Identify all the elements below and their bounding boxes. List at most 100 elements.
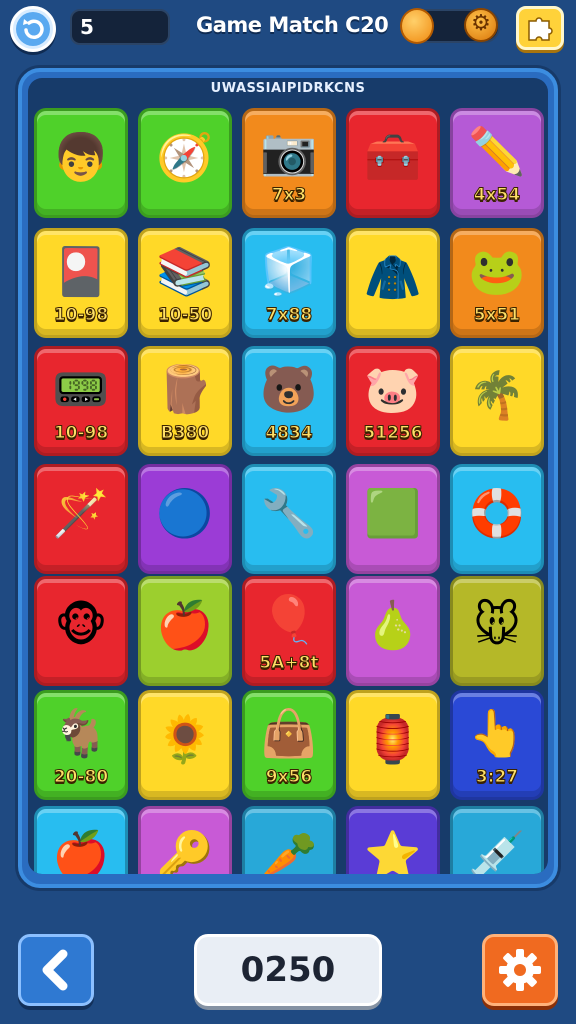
tile-label: 4834 xyxy=(265,423,313,444)
tile-icon: 🪵 xyxy=(156,361,214,416)
tile-label: 51256 xyxy=(363,423,423,444)
tile-label: 5A+8t xyxy=(259,653,319,674)
tile[interactable]: 📷 7x3 xyxy=(242,108,336,218)
tile[interactable]: 👆 3:27 xyxy=(450,690,544,800)
tile[interactable]: 📚 10-50 xyxy=(138,228,232,338)
score-value: 0250 xyxy=(240,950,336,990)
tile[interactable]: 🔵 xyxy=(138,464,232,574)
tile[interactable]: 🐸 5x51 xyxy=(450,228,544,338)
tile[interactable]: 🐷 51256 xyxy=(346,346,440,456)
tile[interactable]: 🧊 7x88 xyxy=(242,228,336,338)
gear-icon xyxy=(499,949,541,991)
tile-icon: 🐸 xyxy=(468,243,526,298)
moves-counter: 5 xyxy=(70,9,170,45)
tile[interactable]: ✏️ 4x54 xyxy=(450,108,544,218)
tile-icon: 🐻 xyxy=(260,361,318,416)
tile-icon: 🔵 xyxy=(156,485,214,540)
tile-icon: 🌴 xyxy=(468,367,526,422)
tile[interactable]: 🧰 xyxy=(346,108,440,218)
tile-icon: 👆 xyxy=(468,705,526,760)
tile-icon: 🍐 xyxy=(364,597,422,652)
tile[interactable]: 🐐 20-80 xyxy=(34,690,128,800)
refresh-button[interactable] xyxy=(10,6,56,52)
game-title: Game Match C20 xyxy=(196,13,389,37)
tile-label: 9x56 xyxy=(265,767,313,788)
back-button[interactable] xyxy=(18,934,94,1006)
tile-icon: 💉 xyxy=(468,827,526,874)
tile-icon: 🏮 xyxy=(364,711,422,766)
tile[interactable]: 🟩 xyxy=(346,464,440,574)
tile-icon: 🍎 xyxy=(156,597,214,652)
tile[interactable]: 💉 xyxy=(450,806,544,874)
tile[interactable]: ⭐ xyxy=(346,806,440,874)
tile[interactable]: 🛟 xyxy=(450,464,544,574)
tile[interactable]: 🎴 10-98 xyxy=(34,228,128,338)
tile-icon: 🎈 xyxy=(260,591,318,646)
score-display: 0250 xyxy=(194,934,382,1006)
tile-icon: 🧰 xyxy=(364,129,422,184)
tile-label: 10-98 xyxy=(53,423,109,444)
tile[interactable]: 📟 10-98 xyxy=(34,346,128,456)
tile-label: 4x54 xyxy=(473,185,521,206)
tile-icon: 🧊 xyxy=(260,243,318,298)
settings-button[interactable] xyxy=(482,934,558,1006)
tile-icon: 🛟 xyxy=(468,485,526,540)
tile[interactable]: 🐵 xyxy=(34,576,128,686)
tile-label: 3:27 xyxy=(475,767,519,788)
tile-icon: 🎴 xyxy=(52,243,110,298)
tile-icon: 🪄 xyxy=(52,485,110,540)
tile-icon: ⭐ xyxy=(364,827,422,874)
tile[interactable]: 👜 9x56 xyxy=(242,690,336,800)
tile-icon: 🐭 xyxy=(473,597,521,652)
tile-icon: 🥕 xyxy=(260,827,318,874)
tile-icon: 🌻 xyxy=(156,711,214,766)
tile[interactable]: 🔑 xyxy=(138,806,232,874)
board-header: UWASSIAIPIDRKCNS xyxy=(210,81,366,96)
tile[interactable]: 🍎 xyxy=(138,576,232,686)
tile[interactable]: 🐭 xyxy=(450,576,544,686)
tile-label: 20-80 xyxy=(53,767,109,788)
tile[interactable]: 🧭 xyxy=(138,108,232,218)
tile[interactable]: 🥕 xyxy=(242,806,336,874)
tile[interactable]: 🔧 xyxy=(242,464,336,574)
tile[interactable]: 🍎 xyxy=(34,806,128,874)
tile-icon: 🟩 xyxy=(364,485,422,540)
top-bar: 5 Game Match C20 ⚙ xyxy=(0,0,576,60)
tile-icon: 📷 xyxy=(260,123,318,178)
tile-icon: ✏️ xyxy=(468,123,526,178)
tile-icon: 🔑 xyxy=(156,827,214,874)
tile-icon: 👜 xyxy=(260,705,318,760)
tile[interactable]: 🐻 4834 xyxy=(242,346,336,456)
puzzle-icon xyxy=(528,17,553,41)
tile[interactable]: 🌴 xyxy=(450,346,544,456)
tile[interactable]: 🧥 xyxy=(346,228,440,338)
tile-label: 7x3 xyxy=(271,185,307,206)
tile[interactable]: 🪵 B380 xyxy=(138,346,232,456)
puzzle-button[interactable] xyxy=(516,6,564,50)
tile[interactable]: 🍐 xyxy=(346,576,440,686)
tile[interactable]: 🌻 xyxy=(138,690,232,800)
tile[interactable]: 🎈 5A+8t xyxy=(242,576,336,686)
tile-icon: 🐵 xyxy=(54,597,108,652)
moves-counter-value: 5 xyxy=(80,15,94,39)
tile-label: 7x88 xyxy=(265,305,313,326)
tile-icon: 🐐 xyxy=(52,705,110,760)
tile[interactable]: 🏮 xyxy=(346,690,440,800)
tile-label: 10-50 xyxy=(157,305,213,326)
chevron-left-icon xyxy=(42,949,68,991)
board: UWASSIAIPIDRKCNS 👦 🧭 📷 7x3 🧰 ✏️ 4x54 🎴 10-98 📚 10-… xyxy=(28,78,548,874)
tile-icon: 📚 xyxy=(156,243,214,298)
tile-icon: 👦 xyxy=(52,129,110,184)
tile-label: B380 xyxy=(160,423,210,444)
tile-icon: 🧭 xyxy=(156,129,214,184)
tile-icon: 🧥 xyxy=(364,249,422,304)
tile-label: 5x51 xyxy=(473,305,521,326)
tile-icon: 📟 xyxy=(52,361,110,416)
tile[interactable]: 🪄 xyxy=(34,464,128,574)
tile-icon: 🔧 xyxy=(260,485,318,540)
tile[interactable]: 👦 xyxy=(34,108,128,218)
refresh-arrow-icon xyxy=(16,12,50,46)
coin-icon xyxy=(400,8,434,44)
gear-coin-icon[interactable]: ⚙ xyxy=(464,8,498,42)
tile-icon: 🍎 xyxy=(52,827,110,874)
